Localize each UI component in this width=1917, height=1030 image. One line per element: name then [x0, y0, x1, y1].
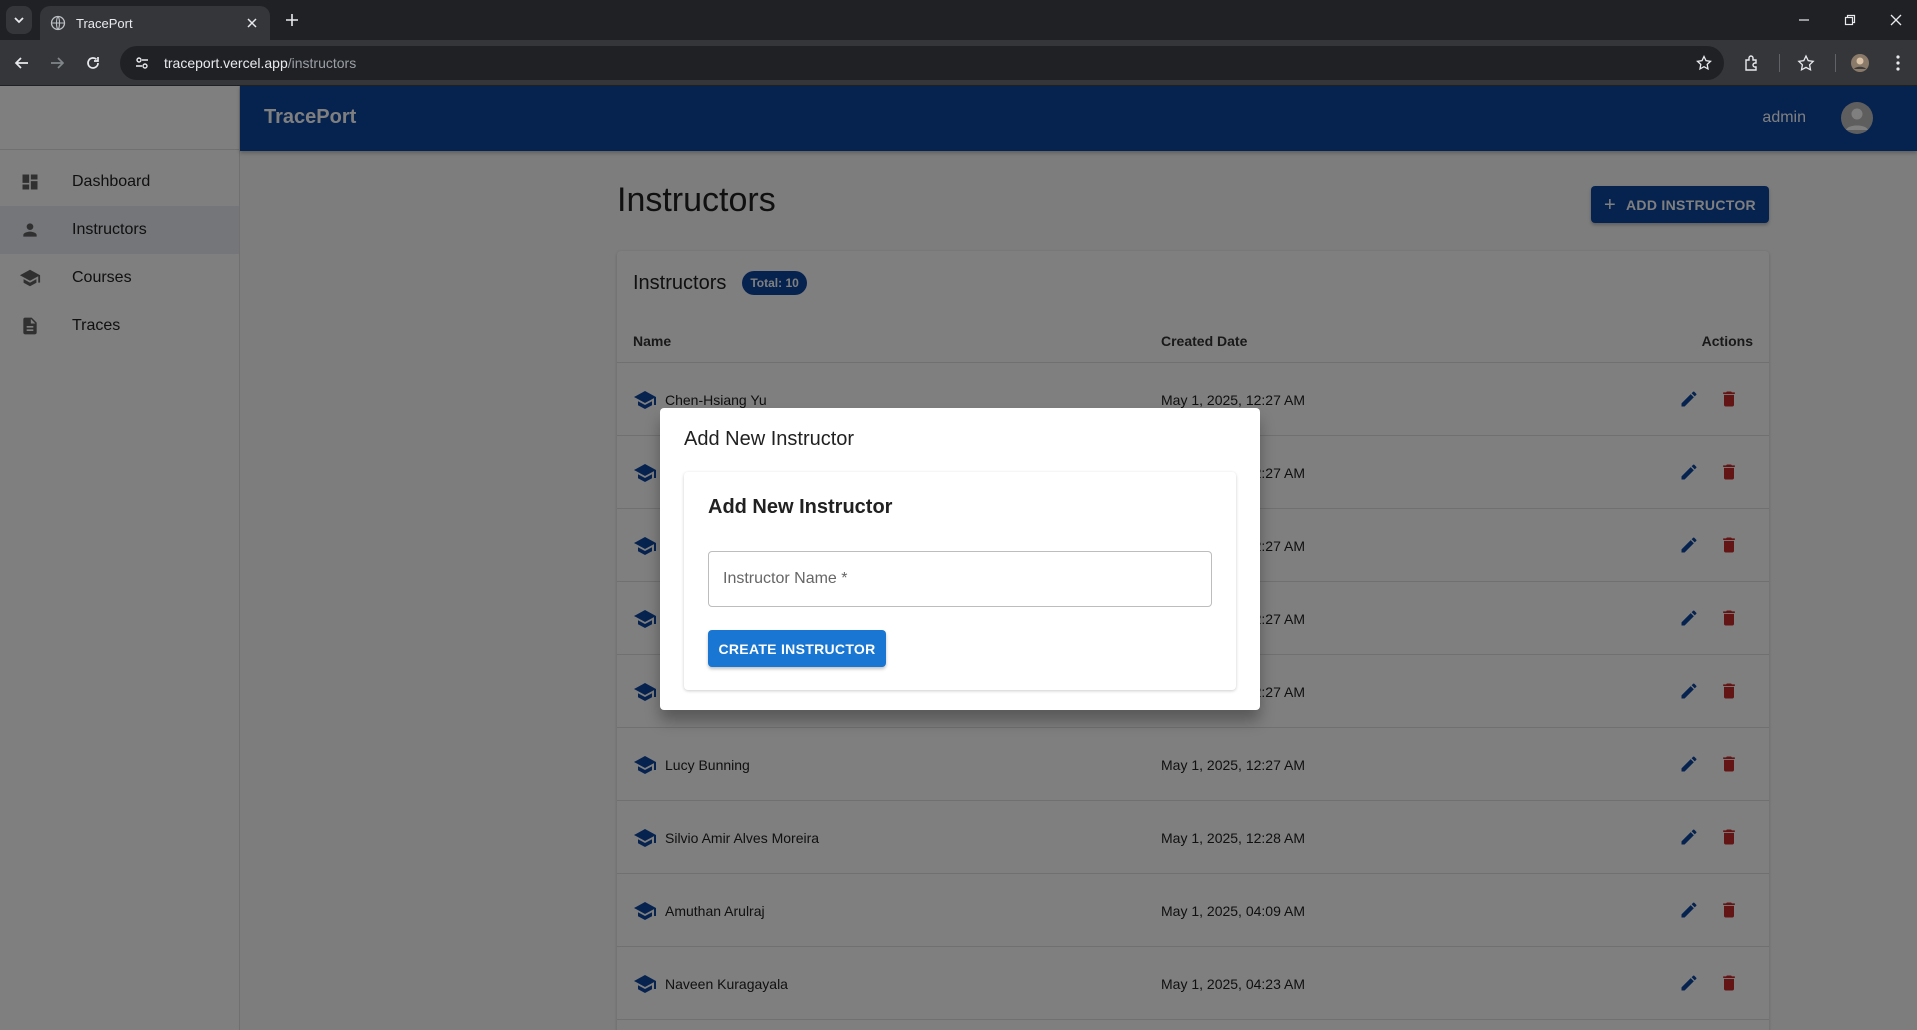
chevron-down-icon	[14, 17, 24, 24]
site-settings-icon[interactable]	[132, 53, 152, 73]
extensions-icon[interactable]	[1740, 51, 1764, 75]
url-text: traceport.vercel.app/instructors	[164, 55, 356, 71]
browser-tab-bar: TracePort	[0, 0, 1917, 40]
restore-button[interactable]	[1827, 0, 1873, 40]
new-tab-button[interactable]	[282, 10, 302, 30]
close-icon	[1890, 14, 1902, 26]
toolbar-separator	[1835, 54, 1836, 72]
create-instructor-button[interactable]: CREATE INSTRUCTOR	[708, 630, 886, 667]
instructor-name-input[interactable]	[708, 551, 1212, 607]
minimize-icon	[1799, 19, 1809, 21]
address-bar[interactable]: traceport.vercel.app/instructors	[120, 46, 1724, 80]
toolbar-separator	[1779, 54, 1780, 72]
profile-avatar-icon[interactable]	[1848, 51, 1872, 75]
reload-button[interactable]	[81, 51, 105, 75]
dialog-title: Add New Instructor	[684, 428, 855, 450]
tab-search-button[interactable]	[6, 6, 32, 34]
browser-tab[interactable]: TracePort	[40, 6, 270, 40]
bookmark-star-icon[interactable]	[1694, 53, 1714, 73]
forward-button[interactable]	[45, 51, 69, 75]
url-host: traceport.vercel.app	[164, 55, 288, 71]
browser-toolbar: traceport.vercel.app/instructors	[0, 40, 1917, 86]
add-instructor-dialog: Add New Instructor Add New Instructor CR…	[660, 408, 1260, 710]
plus-icon	[286, 14, 298, 26]
arrow-right-icon	[51, 57, 65, 69]
close-tab-icon[interactable]	[244, 15, 260, 31]
bookmarks-icon[interactable]	[1794, 51, 1818, 75]
form-title: Add New Instructor	[708, 496, 893, 518]
add-instructor-form: Add New Instructor CREATE INSTRUCTOR	[684, 472, 1236, 690]
tab-title: TracePort	[76, 15, 133, 31]
arrow-left-icon	[14, 57, 28, 69]
restore-icon	[1844, 14, 1856, 26]
back-button[interactable]	[10, 51, 34, 75]
reload-icon	[87, 57, 99, 69]
url-path: /instructors	[287, 55, 357, 71]
minimize-button[interactable]	[1781, 0, 1827, 40]
browser-menu-icon[interactable]	[1886, 51, 1910, 75]
close-window-button[interactable]	[1873, 0, 1917, 40]
globe-icon	[50, 15, 66, 31]
